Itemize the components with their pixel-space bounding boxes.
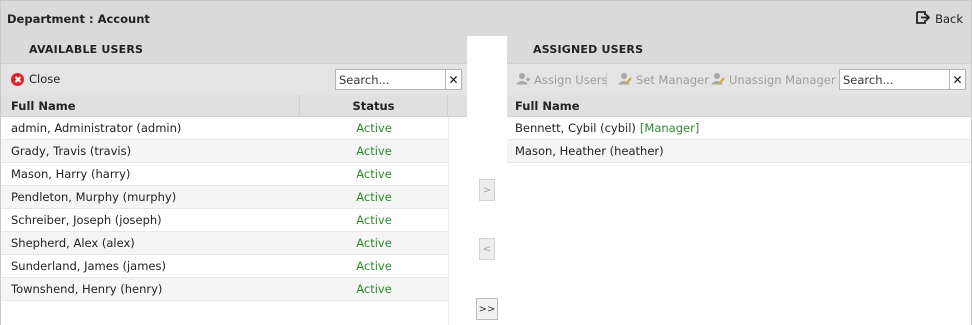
user-full-name: Townshend, Henry (henry) bbox=[11, 282, 163, 296]
available-search-input[interactable] bbox=[335, 69, 445, 90]
window-header: Department : Account Back bbox=[1, 1, 971, 36]
close-button[interactable]: Close bbox=[11, 72, 60, 86]
user-full-name: Sunderland, James (james) bbox=[11, 259, 166, 273]
table-row[interactable]: Schreiber, Joseph (joseph) Active bbox=[1, 209, 448, 232]
manager-tag: [Manager] bbox=[639, 121, 700, 135]
user-full-name: Shepherd, Alex (alex) bbox=[11, 236, 135, 250]
column-header-status[interactable]: Status bbox=[300, 95, 448, 116]
user-full-name: Mason, Harry (harry) bbox=[11, 167, 131, 181]
available-users-panel: AVAILABLE USERS Close ✕ Full Name Status… bbox=[1, 36, 467, 325]
table-row[interactable]: Mason, Heather (heather) bbox=[507, 140, 971, 163]
set-manager-button[interactable]: Set Manager bbox=[618, 72, 709, 88]
user-status: Active bbox=[356, 167, 392, 181]
user-name-text: Bennett, Cybil (cybil) bbox=[515, 121, 636, 135]
user-name-text: Mason, Heather (heather) bbox=[515, 144, 664, 158]
user-status: Active bbox=[356, 190, 392, 204]
table-row[interactable]: Mason, Harry (harry) Active bbox=[1, 163, 448, 186]
table-header: Full Name bbox=[507, 95, 971, 117]
assigned-users-table: Full Name Bennett, Cybil (cybil) [Manager… bbox=[507, 95, 971, 325]
scrollbar-gutter bbox=[448, 117, 467, 325]
user-full-name: Grady, Travis (travis) bbox=[11, 144, 132, 158]
table-header: Full Name Status bbox=[1, 95, 467, 117]
table-row[interactable]: Bennett, Cybil (cybil) [Manager] bbox=[507, 117, 971, 140]
available-users-rows: admin, Administrator (admin) Active Grady,… bbox=[1, 117, 467, 301]
user-status: Active bbox=[356, 144, 392, 158]
toolbar-divider bbox=[606, 73, 607, 87]
assign-users-label: Assign Users bbox=[534, 73, 608, 87]
exit-arrow-icon bbox=[916, 11, 931, 27]
assigned-search-clear-icon[interactable]: ✕ bbox=[949, 69, 966, 90]
unassign-manager-button[interactable]: Unassign Manager bbox=[711, 72, 836, 88]
assigned-users-rows: Bennett, Cybil (cybil) [Manager] Mason, He… bbox=[507, 117, 971, 163]
user-status: Active bbox=[356, 282, 392, 296]
user-edit-icon bbox=[618, 72, 632, 88]
transfer-controls: > < >> bbox=[467, 36, 507, 325]
user-remove-icon bbox=[711, 72, 725, 88]
close-circle-icon bbox=[11, 72, 24, 86]
user-status: Active bbox=[356, 236, 392, 250]
assign-users-button[interactable]: Assign Users bbox=[516, 72, 608, 88]
department-users-window: Department : Account Back AVAILABLE USER… bbox=[0, 0, 972, 325]
table-row[interactable]: Grady, Travis (travis) Active bbox=[1, 140, 448, 163]
user-add-icon bbox=[516, 72, 530, 88]
table-row[interactable]: admin, Administrator (admin) Active bbox=[1, 117, 448, 140]
close-label: Close bbox=[29, 72, 61, 86]
table-row[interactable]: Shepherd, Alex (alex) Active bbox=[1, 232, 448, 255]
table-row[interactable]: Townshend, Henry (henry) Active bbox=[1, 278, 448, 301]
table-row[interactable]: Pendleton, Murphy (murphy) Active bbox=[1, 186, 448, 209]
remove-selected-button[interactable]: < bbox=[479, 238, 495, 260]
assigned-users-title: ASSIGNED USERS bbox=[533, 43, 644, 56]
user-full-name: Schreiber, Joseph (joseph) bbox=[11, 213, 162, 227]
back-button[interactable]: Back bbox=[916, 11, 963, 27]
add-selected-button[interactable]: > bbox=[479, 179, 495, 201]
column-header-full-name[interactable]: Full Name bbox=[1, 95, 300, 116]
assigned-users-panel: ASSIGNED USERS Assign Users Set Manager … bbox=[507, 36, 971, 325]
assigned-users-toolbar: Assign Users Set Manager Unassign Manage… bbox=[507, 63, 971, 95]
user-full-name: Mason, Heather (heather) bbox=[507, 140, 664, 162]
user-full-name: admin, Administrator (admin) bbox=[11, 121, 182, 135]
user-status: Active bbox=[356, 259, 392, 273]
column-header-full-name[interactable]: Full Name bbox=[507, 95, 580, 116]
back-label: Back bbox=[935, 12, 963, 26]
page-title: Department : Account bbox=[7, 12, 150, 26]
user-status: Active bbox=[356, 121, 392, 135]
user-status: Active bbox=[356, 213, 392, 227]
add-all-button[interactable]: >> bbox=[476, 298, 498, 320]
assigned-search: ✕ bbox=[839, 69, 966, 90]
available-users-title: AVAILABLE USERS bbox=[29, 43, 144, 56]
user-full-name: Bennett, Cybil (cybil) [Manager] bbox=[507, 117, 699, 139]
user-full-name: Pendleton, Murphy (murphy) bbox=[11, 190, 177, 204]
set-manager-label: Set Manager bbox=[636, 73, 709, 87]
available-search-clear-icon[interactable]: ✕ bbox=[445, 69, 462, 90]
table-row[interactable]: Sunderland, James (james) Active bbox=[1, 255, 448, 278]
available-search: ✕ bbox=[335, 69, 462, 90]
unassign-manager-label: Unassign Manager bbox=[729, 73, 836, 87]
available-users-toolbar: Close ✕ bbox=[1, 63, 467, 95]
assigned-search-input[interactable] bbox=[839, 69, 949, 90]
header-spacer bbox=[448, 95, 467, 116]
available-users-table: Full Name Status admin, Administrator (a… bbox=[1, 95, 467, 325]
